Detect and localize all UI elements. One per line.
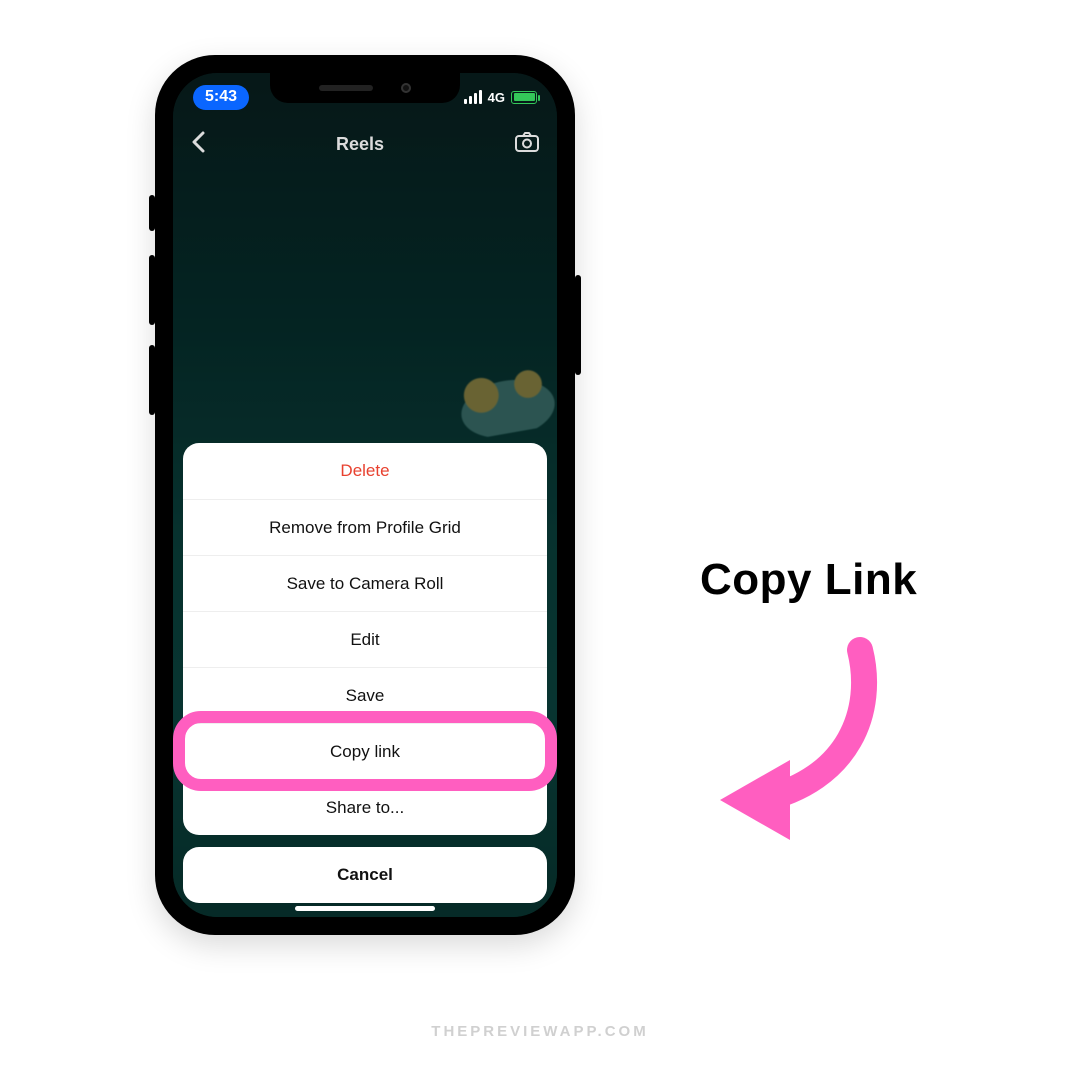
action-item-share-to[interactable]: Share to... xyxy=(183,779,547,835)
volume-down xyxy=(149,345,155,415)
network-label: 4G xyxy=(488,90,505,105)
action-item-label: Copy link xyxy=(330,742,400,762)
action-item-label: Delete xyxy=(340,461,389,481)
cancel-label: Cancel xyxy=(337,865,393,885)
annotation-text: Copy Link xyxy=(700,555,917,605)
cancel-button[interactable]: Cancel xyxy=(183,847,547,903)
home-indicator[interactable] xyxy=(295,906,435,911)
power-button xyxy=(575,275,581,375)
action-item-label: Edit xyxy=(350,630,379,650)
action-item-remove-from-profile-grid[interactable]: Remove from Profile Grid xyxy=(183,499,547,555)
action-item-label: Save to Camera Roll xyxy=(287,574,444,594)
phone-screen: 5:43 4G Reels DeleteRemove xyxy=(173,73,557,917)
action-item-label: Share to... xyxy=(326,798,404,818)
volume-up xyxy=(149,255,155,325)
action-item-save-to-camera-roll[interactable]: Save to Camera Roll xyxy=(183,555,547,611)
action-sheet-list: Delete Remove from Profile Grid Save to Ca… xyxy=(183,443,547,835)
app-header: Reels xyxy=(173,121,557,167)
action-item-label: Remove from Profile Grid xyxy=(269,518,461,538)
annotation-arrow-icon xyxy=(700,630,900,850)
back-icon[interactable] xyxy=(191,131,205,158)
status-time: 5:43 xyxy=(193,85,249,110)
action-sheet: Delete Remove from Profile Grid Save to Ca… xyxy=(183,443,547,903)
page-title: Reels xyxy=(205,134,515,155)
status-bar: 5:43 4G xyxy=(173,79,557,115)
battery-icon xyxy=(511,91,537,104)
action-item-label: Save xyxy=(346,686,385,706)
camera-icon[interactable] xyxy=(515,132,539,157)
phone-mockup: 5:43 4G Reels DeleteRemove xyxy=(155,55,575,935)
action-item-delete[interactable]: Delete xyxy=(183,443,547,499)
watermark: THEPREVIEWAPP.COM xyxy=(431,1023,648,1040)
action-item-copy-link[interactable]: Copy link xyxy=(183,723,547,779)
action-item-save[interactable]: Save xyxy=(183,667,547,723)
signal-icon xyxy=(464,90,482,104)
action-item-edit[interactable]: Edit xyxy=(183,611,547,667)
mute-switch xyxy=(149,195,155,231)
